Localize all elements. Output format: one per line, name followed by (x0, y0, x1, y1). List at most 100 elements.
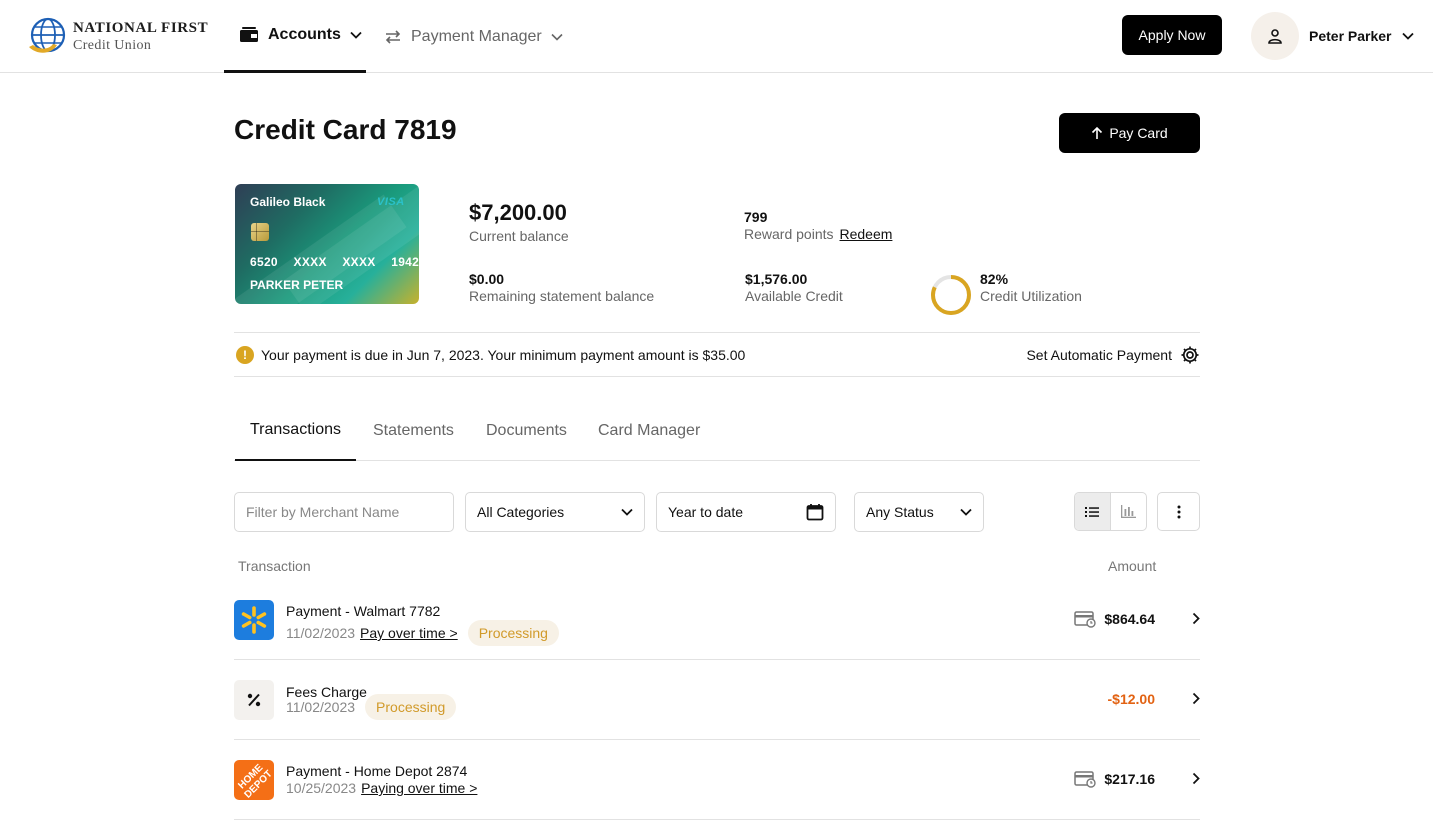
credit-card-image: Galileo Black VISA 6520 XXXX XXXX 1942 P… (235, 184, 419, 304)
card-clock-icon (1074, 611, 1097, 628)
transaction-meta: 10/25/2023 Paying over time > (286, 780, 477, 796)
available-credit: $1,576.00 Available Credit (745, 271, 843, 304)
tab-card-manager[interactable]: Card Manager (598, 400, 700, 461)
chevron-down-icon (960, 508, 972, 516)
avatar (1251, 12, 1299, 60)
credit-utilization-value: 82% (980, 271, 1009, 287)
current-balance-label: Current balance (469, 228, 569, 244)
status-badge: Processing (467, 620, 559, 646)
reward-points: 799 Reward points Redeem (744, 209, 892, 242)
chevron-right-icon[interactable] (1192, 612, 1200, 625)
statement-balance: $0.00 Remaining statement balance (469, 271, 654, 304)
category-select-value: All Categories (477, 504, 565, 520)
transaction-title: Payment - Walmart 7782 (286, 603, 441, 619)
current-balance: $7,200.00 Current balance (469, 200, 569, 244)
date-range-picker[interactable]: Year to date (656, 492, 836, 532)
card-brand: Galileo Black (250, 195, 326, 209)
globe-logo-icon (29, 17, 66, 53)
reward-points-value: 799 (744, 209, 768, 225)
bank-logo[interactable]: NATIONAL FIRST Credit Union (27, 17, 209, 57)
percent-glyph (247, 693, 261, 707)
person-icon (1268, 29, 1282, 44)
redeem-link[interactable]: Redeem (840, 226, 893, 242)
date-range-value: Year to date (668, 504, 743, 520)
kebab-icon (1177, 505, 1180, 518)
calendar-icon (806, 504, 824, 521)
user-menu[interactable]: Peter Parker (1251, 12, 1414, 60)
transaction-date: 11/02/2023 (286, 625, 356, 641)
tab-documents[interactable]: Documents (486, 400, 567, 461)
view-toggle (1074, 492, 1147, 531)
apply-now-button[interactable]: Apply Now (1122, 15, 1222, 55)
transaction-amount-group: $217.16 (1074, 770, 1155, 788)
statement-balance-label: Remaining statement balance (469, 288, 655, 304)
transaction-meta: 11/02/2023 Pay over time > Processing (286, 620, 559, 646)
wallet-icon (240, 27, 258, 42)
column-header-amount: Amount (1108, 558, 1157, 574)
transaction-amount-group: $864.64 (1074, 610, 1155, 628)
page-title: Credit Card 7819 (234, 114, 457, 145)
walmart-spark-icon (241, 606, 267, 634)
nav-payment-manager-label: Payment Manager (411, 27, 542, 45)
home-depot-wordmark-icon: HOME DEPOT (236, 762, 274, 800)
card-holder: PARKER PETER (250, 278, 344, 292)
transaction-amount-group: -$12.00 (1108, 691, 1155, 707)
pay-over-time-link[interactable]: Pay over time > (360, 625, 458, 641)
nav-payment-manager[interactable]: Payment Manager (384, 0, 563, 73)
payment-due-message: Your payment is due in Jun 7, 2023. Your… (261, 347, 746, 363)
nav-accounts[interactable]: Accounts (224, 0, 366, 73)
table-row[interactable]: Fees Charge 11/02/2023 Processing -$12.0… (234, 659, 1200, 740)
statement-balance-value: $0.00 (469, 271, 505, 287)
available-credit-value: $1,576.00 (745, 271, 808, 287)
set-automatic-payment-label: Set Automatic Payment (1026, 347, 1172, 363)
card-clock-icon (1074, 771, 1097, 788)
reward-points-row: Reward points Redeem (744, 226, 892, 242)
tab-transactions[interactable]: Transactions (235, 400, 356, 461)
chevron-down-icon (1401, 32, 1414, 40)
bar-chart-icon (1120, 505, 1136, 518)
card-network: VISA (377, 196, 405, 208)
payment-due-notice: ! Your payment is due in Jun 7, 2023. Yo… (234, 332, 1200, 377)
walmart-logo-icon (234, 600, 274, 640)
status-badge: Processing (365, 694, 457, 720)
chevron-right-icon[interactable] (1192, 692, 1200, 705)
chevron-down-icon (350, 31, 362, 39)
credit-utilization-label: Credit Utilization (980, 288, 1082, 304)
category-select[interactable]: All Categories (465, 492, 645, 532)
more-options-button[interactable] (1157, 492, 1200, 531)
top-navigation-bar: NATIONAL FIRST Credit Union Accounts Pay… (0, 0, 1433, 73)
list-icon (1085, 506, 1100, 517)
list-view-button[interactable] (1075, 493, 1111, 530)
pay-card-button[interactable]: Pay Card (1059, 113, 1200, 153)
logo-wordmark-bottom: Credit Union (73, 38, 152, 53)
merchant-filter-input[interactable] (246, 504, 442, 520)
chevron-right-icon[interactable] (1192, 772, 1200, 785)
chart-view-button[interactable] (1111, 493, 1147, 530)
transaction-amount: $217.16 (1104, 771, 1155, 787)
tab-statements[interactable]: Statements (373, 400, 454, 461)
reward-points-label: Reward points (744, 226, 834, 242)
transaction-amount: $864.64 (1104, 611, 1155, 627)
transaction-date: 10/25/2023 (286, 780, 357, 796)
column-header-transaction: Transaction (238, 558, 311, 574)
set-automatic-payment-link[interactable]: Set Automatic Payment (1026, 345, 1200, 365)
status-select-value: Any Status (866, 504, 934, 520)
transaction-title: Payment - Home Depot 2874 (286, 763, 468, 779)
credit-utilization: 82% Credit Utilization (980, 271, 1082, 304)
transaction-meta: 11/02/2023 Processing (286, 694, 457, 720)
current-balance-value: $7,200.00 (469, 200, 567, 225)
paying-over-time-link[interactable]: Paying over time > (361, 780, 477, 796)
chip-icon (251, 223, 269, 241)
status-select[interactable]: Any Status (854, 492, 984, 532)
logo-wordmark-top: NATIONAL FIRST (73, 20, 209, 36)
transaction-date: 11/02/2023 (286, 699, 356, 715)
chevron-down-icon (551, 33, 563, 41)
available-credit-label: Available Credit (745, 288, 843, 304)
table-row[interactable]: Payment - Walmart 7782 11/02/2023 Pay ov… (234, 580, 1200, 660)
credit-utilization-ring (931, 275, 971, 315)
table-row[interactable]: HOME DEPOT Payment - Home Depot 2874 10/… (234, 740, 1200, 820)
gear-icon (1181, 346, 1199, 364)
exclamation-icon: ! (236, 346, 254, 364)
pay-card-label: Pay Card (1109, 125, 1168, 141)
arrow-up-icon (1092, 126, 1103, 139)
